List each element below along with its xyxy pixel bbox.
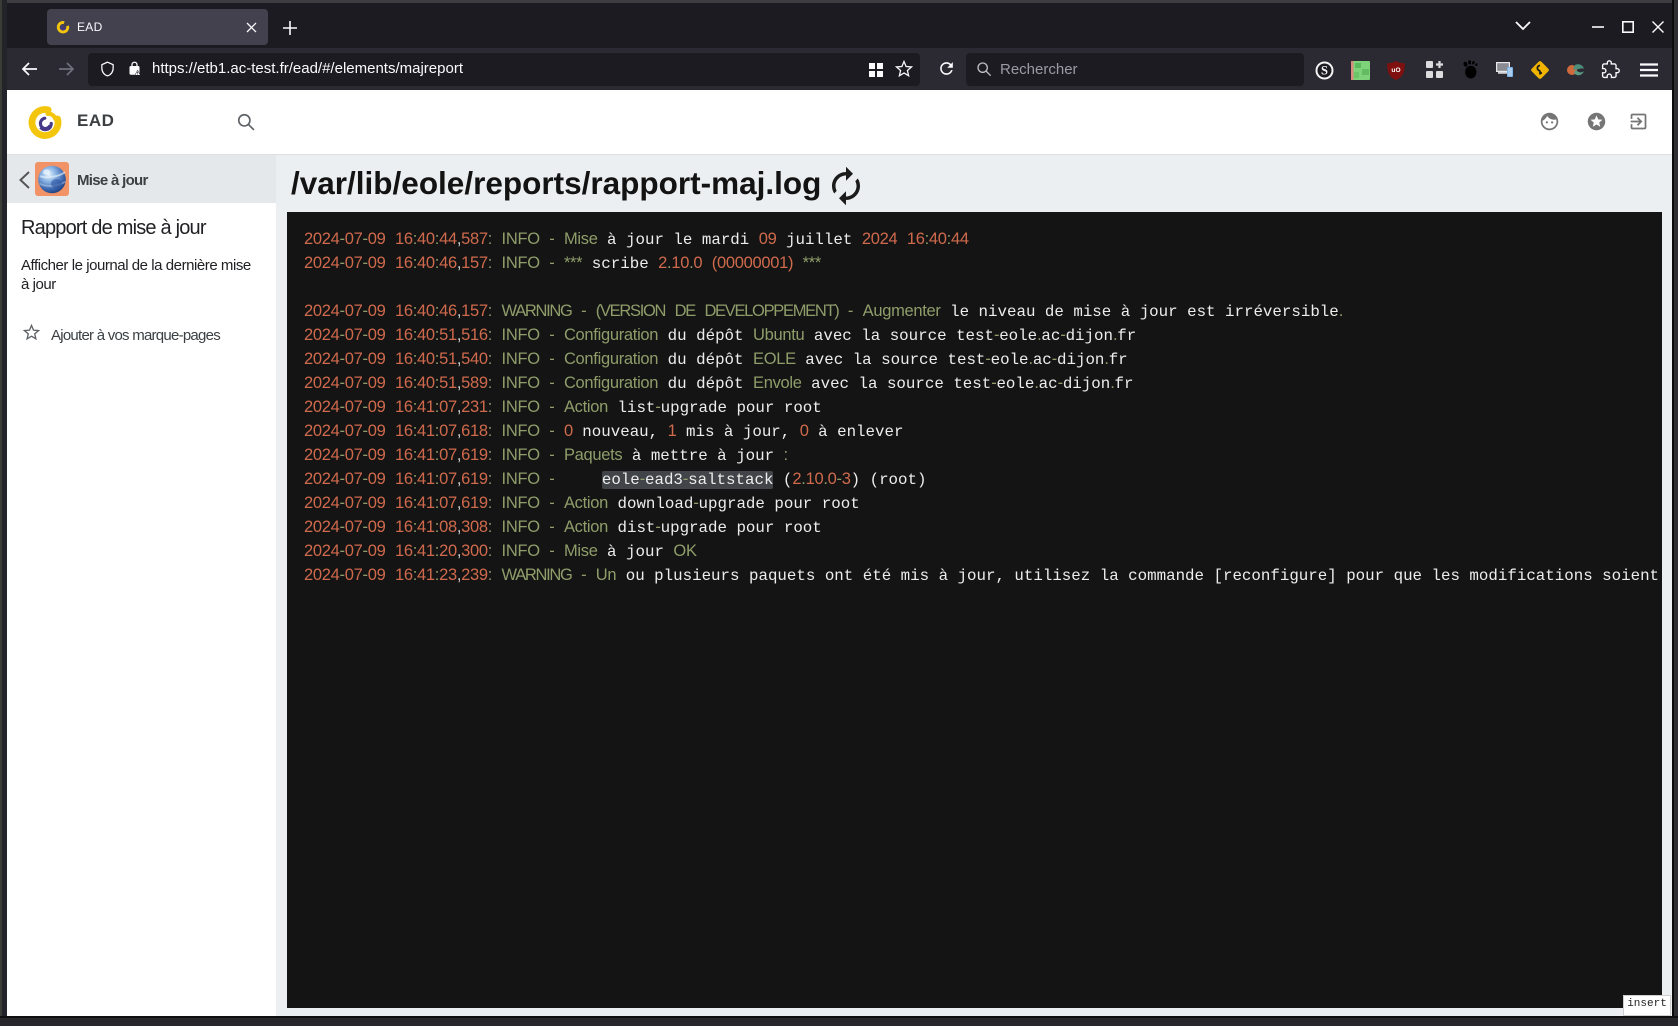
svg-text:S: S bbox=[1321, 64, 1328, 78]
svg-text:uO: uO bbox=[1391, 67, 1400, 74]
